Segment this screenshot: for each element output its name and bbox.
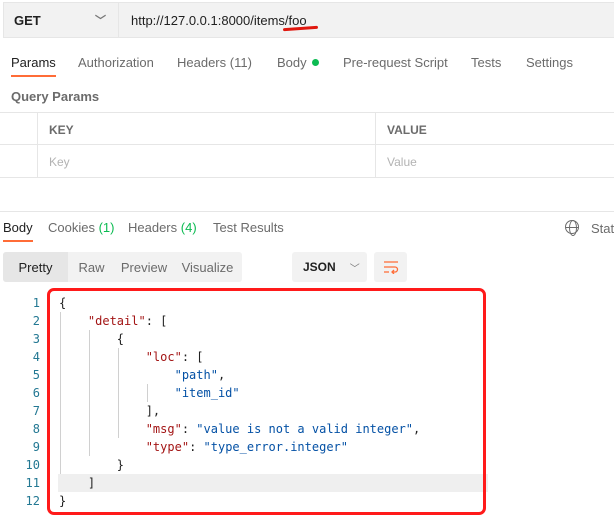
- line-number: 7: [32, 404, 40, 418]
- line-number: 11: [25, 476, 40, 490]
- status-label: Stat: [591, 221, 614, 236]
- key-input[interactable]: Key: [38, 145, 376, 178]
- tab-headers-label: Headers: [128, 220, 178, 235]
- line-number: 1: [32, 296, 40, 310]
- cookies-count: (1): [98, 220, 115, 235]
- format-tabs: Pretty Raw Preview Visualize: [3, 252, 242, 282]
- line-number: 8: [32, 422, 40, 436]
- line-number: 9: [32, 440, 40, 454]
- value-column-header: VALUE: [387, 122, 427, 137]
- chevron-down-icon: ﹀: [95, 15, 106, 27]
- query-params-table: KEY VALUE Key Value: [0, 112, 614, 178]
- method-value: GET: [14, 12, 41, 28]
- line-number: 6: [32, 386, 40, 400]
- preview-button[interactable]: Preview: [115, 252, 173, 282]
- line-number: 3: [32, 332, 40, 346]
- key-column-header: KEY: [38, 113, 376, 146]
- tab-response-headers[interactable]: Headers (4): [128, 220, 197, 235]
- language-select[interactable]: JSON ﹀: [292, 252, 367, 282]
- wrap-lines-icon: [384, 261, 399, 274]
- raw-button[interactable]: Raw: [68, 252, 115, 282]
- line-number: 10: [25, 458, 40, 472]
- value-input[interactable]: Value: [376, 145, 614, 178]
- method-select[interactable]: GET ﹀: [3, 2, 118, 38]
- tab-tests[interactable]: Tests: [471, 55, 501, 70]
- body-indicator-dot: [311, 59, 319, 66]
- tab-body[interactable]: Body: [277, 55, 319, 70]
- line-number: 4: [32, 350, 40, 364]
- tab-params[interactable]: Params: [11, 55, 56, 77]
- tab-test-results[interactable]: Test Results: [213, 220, 284, 235]
- tab-settings[interactable]: Settings: [526, 55, 573, 70]
- pretty-button[interactable]: Pretty: [3, 252, 68, 282]
- tab-pre-request-script[interactable]: Pre-request Script: [343, 55, 448, 70]
- headers-count: (4): [180, 220, 197, 235]
- wrap-lines-button[interactable]: [374, 252, 407, 282]
- divider: [0, 211, 614, 212]
- tab-headers[interactable]: Headers (11): [177, 55, 252, 70]
- chevron-down-icon: ﹀: [349, 263, 360, 275]
- checkbox-column-header: [0, 113, 38, 146]
- red-box-annotation: [47, 288, 486, 515]
- query-params-title: Query Params: [11, 89, 100, 104]
- tab-response-body[interactable]: Body: [3, 220, 33, 242]
- row-checkbox-cell: [0, 145, 38, 178]
- line-number: 5: [32, 368, 40, 382]
- tab-cookies[interactable]: Cookies (1): [48, 220, 114, 235]
- globe-icon[interactable]: [565, 220, 579, 236]
- url-input[interactable]: http://127.0.0.1:8000/items/foo: [118, 2, 614, 38]
- language-value: JSON: [303, 260, 336, 274]
- divider: [0, 144, 614, 145]
- url-value: http://127.0.0.1:8000/items/foo: [131, 12, 307, 28]
- tab-cookies-label: Cookies: [48, 220, 95, 235]
- line-number: 12: [25, 494, 40, 508]
- tab-body-label: Body: [277, 55, 307, 70]
- visualize-button[interactable]: Visualize: [173, 252, 242, 282]
- tab-authorization[interactable]: Authorization: [78, 55, 154, 70]
- line-number: 2: [32, 314, 40, 328]
